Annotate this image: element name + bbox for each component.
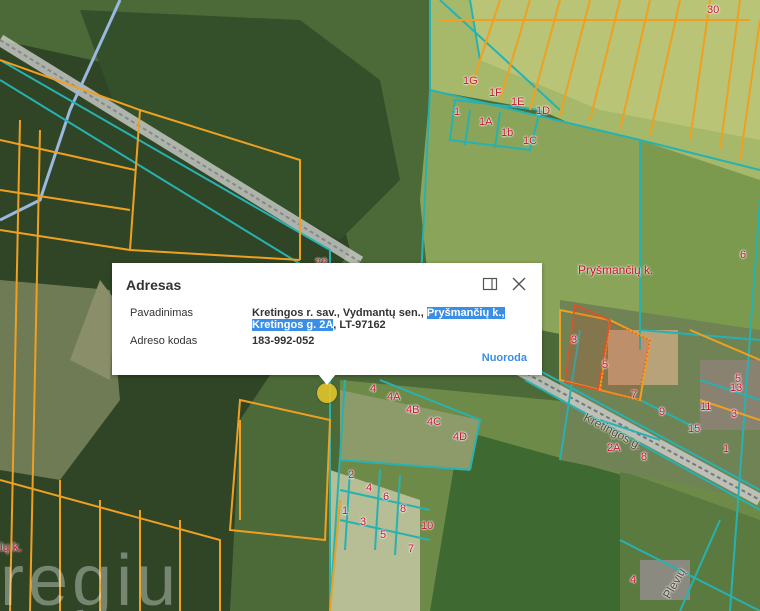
parcel-label: 5: [380, 529, 387, 541]
village-label: Pryšmančių k.: [578, 263, 654, 277]
parcel-label: 1D: [536, 105, 551, 117]
parcel-label: 6: [740, 249, 747, 261]
parcel-label: 4: [370, 383, 377, 395]
parcel-label: 1F: [489, 87, 502, 99]
parcel-label: 5: [602, 359, 609, 371]
parcel-label: 7: [631, 389, 638, 401]
location-marker-icon[interactable]: [317, 383, 337, 403]
parcel-label: 1: [342, 505, 349, 517]
map-viewport[interactable]: Pryšmančių k. Kretingos g. Plevių ių k. …: [0, 0, 760, 611]
parcel-label: 4D: [453, 431, 468, 443]
parcel-label: 1: [723, 443, 730, 455]
popup-pointer: [318, 374, 336, 385]
parcel-label: 10: [421, 520, 434, 532]
name-value-suffix: , LT-97162: [333, 319, 386, 331]
parcel-label: 7: [408, 543, 415, 555]
parcel-label: 5: [735, 373, 742, 385]
parcel-label: 11: [700, 401, 712, 413]
parcel-label: 4B: [406, 404, 420, 416]
parcel-label: 1A: [479, 116, 493, 128]
parcel-label: 4: [630, 574, 637, 586]
parcel-label: 2A: [607, 442, 621, 454]
name-value-prefix: Kretingos r. sav., Vydmantų sen.,: [252, 307, 427, 319]
name-label: Pavadinimas: [130, 307, 193, 319]
parcel-label: 1b: [501, 127, 514, 139]
address-code-value: 183-992-052: [252, 335, 315, 347]
parcel-label: 4A: [387, 391, 401, 403]
parcel-label: 2: [348, 469, 355, 481]
parcel-label: 1E: [511, 96, 525, 108]
popup-title: Adresas: [126, 277, 182, 293]
parcel-label: 3: [571, 334, 578, 346]
parcel-label: 3: [360, 516, 367, 528]
parcel-label: 3: [731, 408, 738, 420]
close-icon[interactable]: [510, 275, 528, 293]
parcel-label: 9: [659, 406, 666, 418]
address-popup: Adresas Pavadinimas Kretingos r. sav., V…: [112, 263, 542, 375]
window-maximize-icon[interactable]: [481, 275, 499, 293]
parcel-label: 6: [383, 491, 390, 503]
parcel-label: 1C: [523, 135, 538, 147]
parcel-label: 15: [688, 423, 701, 435]
reference-link[interactable]: Nuoroda: [482, 352, 527, 364]
parcel-label: 1G: [463, 75, 478, 87]
watermark-logo: regiu: [0, 541, 181, 611]
parcel-label: 8: [641, 451, 648, 463]
parcel-label: 8: [400, 503, 407, 515]
address-code-label: Adreso kodas: [130, 335, 198, 347]
parcel-label: 4C: [427, 416, 442, 428]
parcel-label: 4: [366, 482, 373, 494]
name-value: Kretingos r. sav., Vydmantų sen., Pryšma…: [252, 307, 522, 331]
parcel-label: 1: [454, 106, 461, 118]
parcel-label: 30: [707, 4, 720, 16]
